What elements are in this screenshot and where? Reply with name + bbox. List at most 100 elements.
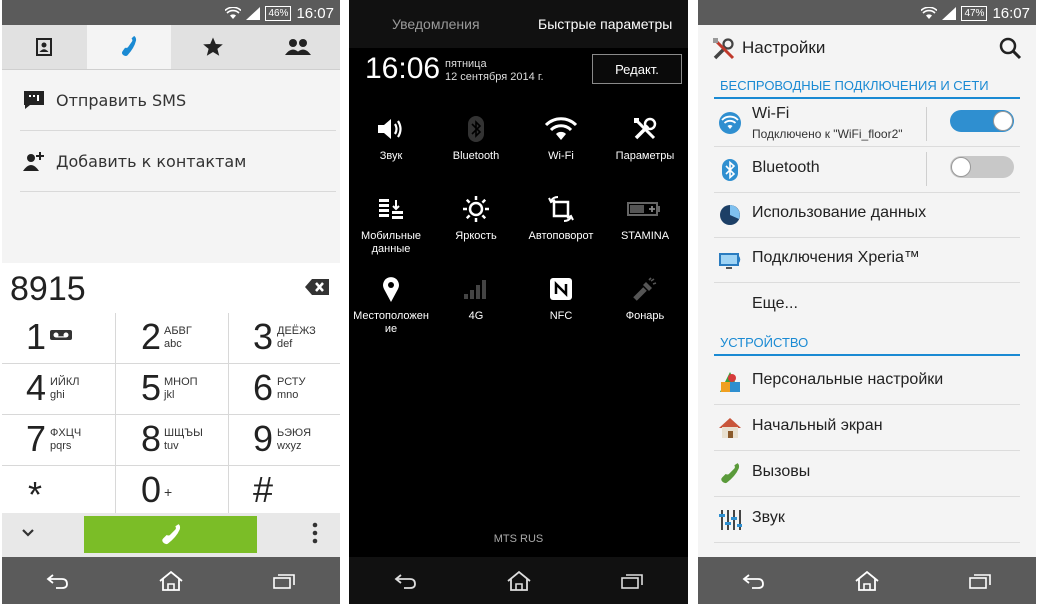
settings-screen: 47% 16:07 Настройки БЕСПРОВОДНЫЕ ПОДКЛЮЧ… [698, 0, 1036, 604]
overflow-menu-icon [312, 522, 318, 544]
back-icon [46, 573, 69, 589]
home-screen-row[interactable]: Начальный экран [712, 405, 1022, 450]
tile-label: Мобильные данные [349, 230, 433, 256]
notification-tabs: Уведомления Быстрые параметры [349, 0, 688, 48]
tile-nfc[interactable]: NFC [519, 272, 603, 323]
tile-label: Яркость [455, 230, 497, 242]
edit-button[interactable]: Редакт. [592, 54, 682, 84]
tile-4g[interactable]: 4G [434, 272, 518, 323]
volume-icon [378, 119, 402, 139]
key-digit: 8 [141, 418, 162, 459]
phone-icon [121, 36, 136, 56]
section-device: УСТРОЙСТВО [720, 335, 809, 350]
tile-wifi[interactable]: Wi-Fi [519, 112, 603, 163]
back-button[interactable] [38, 564, 78, 598]
backspace-button[interactable] [304, 278, 330, 300]
tools-icon [713, 38, 735, 60]
tab-contacts[interactable] [2, 25, 87, 69]
key-5[interactable]: 5 МНОП jkl [116, 364, 228, 414]
key-letters-cyr: ШЩЪЫ [164, 427, 203, 439]
recents-icon [620, 573, 643, 589]
call-button[interactable] [84, 516, 257, 553]
tile-mobile-data[interactable]: Мобильные данные [349, 192, 433, 256]
sound-row[interactable]: Звук [712, 497, 1022, 542]
calls-label: Вызовы [752, 463, 811, 480]
more-row[interactable]: Еще... [712, 283, 1022, 328]
recents-button[interactable] [264, 564, 304, 598]
key-1[interactable]: 1 [2, 313, 115, 363]
number-display[interactable]: 8915 [2, 263, 340, 313]
send-sms-row[interactable]: Отправить SMS [2, 70, 340, 130]
navigation-bar [349, 557, 688, 604]
personalization-icon [720, 372, 740, 392]
key-7[interactable]: 7 ФХЦЧ pqrs [2, 415, 115, 465]
chevron-down-icon [22, 529, 34, 537]
tab-quick-settings[interactable]: Быстрые параметры [538, 16, 672, 32]
more-options-button[interactable] [312, 522, 318, 548]
key-letters-lat: pqrs [50, 440, 72, 452]
xperia-connections-row[interactable]: Подключения Xperia™ [712, 237, 1022, 282]
recents-button[interactable] [612, 564, 652, 598]
dialed-number: 8915 [10, 270, 86, 308]
tab-groups[interactable] [256, 25, 341, 69]
tile-stamina[interactable]: STAMINA [603, 192, 687, 243]
battery-status: 46% [265, 5, 292, 21]
tile-autorotate[interactable]: Автоповорот [519, 192, 603, 243]
back-button[interactable] [386, 564, 426, 598]
search-button[interactable] [998, 36, 1022, 64]
key-4[interactable]: 4 ИЙКЛ ghi [2, 364, 115, 414]
key-letters-cyr: ЬЭЮЯ [277, 427, 312, 439]
navigation-bar [698, 557, 1036, 604]
wifi-icon [544, 117, 578, 140]
add-contact-icon [23, 152, 44, 171]
call-bar [2, 513, 340, 557]
tile-flashlight[interactable]: Фонарь [603, 272, 687, 323]
home-button[interactable] [151, 564, 191, 598]
key-0[interactable]: 0 + [116, 466, 228, 516]
key-hash[interactable]: # [229, 466, 340, 516]
back-button[interactable] [734, 564, 774, 598]
tile-settings[interactable]: Параметры [603, 112, 687, 163]
tile-label: Параметры [615, 150, 675, 162]
section-divider [714, 354, 1020, 356]
data-usage-label: Использование данных [752, 204, 927, 221]
key-8[interactable]: 8 ШЩЪЫ tuv [116, 415, 228, 465]
recents-button[interactable] [960, 564, 1000, 598]
tile-brightness[interactable]: Яркость [434, 192, 518, 243]
tab-favorites[interactable] [171, 25, 256, 69]
tile-label: Bluetooth [452, 150, 500, 162]
key-star[interactable]: * [2, 466, 115, 516]
tile-label: Wi-Fi [548, 150, 574, 162]
tile-sound[interactable]: Звук [349, 112, 433, 163]
bluetooth-toggle[interactable] [950, 156, 1014, 178]
toggle-knob [993, 111, 1013, 131]
key-letters-lat: abc [164, 338, 182, 350]
home-button[interactable] [499, 564, 539, 598]
key-2[interactable]: 2 АБВГ abc [116, 313, 228, 363]
tab-phone[interactable] [86, 25, 171, 69]
add-contact-row[interactable]: Добавить к контактам [2, 131, 340, 191]
home-button[interactable] [847, 564, 887, 598]
key-digit: 3 [253, 316, 274, 357]
wifi-toggle[interactable] [950, 110, 1014, 132]
tools-icon [634, 117, 657, 140]
brightness-icon [463, 196, 489, 222]
tab-notifications[interactable]: Уведомления [392, 16, 480, 32]
tile-bluetooth[interactable]: Bluetooth [434, 112, 518, 163]
quick-settings-screen: Уведомления Быстрые параметры 16:06 пятн… [349, 0, 688, 604]
operator-name: MTS RUS [493, 533, 544, 545]
key-3[interactable]: 3 ДЕЁЖЗ def [229, 313, 340, 363]
personalization-row[interactable]: Персональные настройки [712, 359, 1022, 404]
tile-location[interactable]: Местоположен ие [349, 272, 433, 336]
calls-row[interactable]: Вызовы [712, 451, 1022, 496]
sound-label: Звук [752, 509, 785, 526]
flashlight-icon [633, 277, 657, 301]
toggle-knob [951, 157, 971, 177]
key-9[interactable]: 9 ЬЭЮЯ wxyz [229, 415, 340, 465]
key-letters-cyr: ИЙКЛ [50, 376, 80, 388]
key-6[interactable]: 6 РСТУ mno [229, 364, 340, 414]
collapse-button[interactable] [20, 525, 36, 545]
home-screen-label: Начальный экран [752, 417, 883, 434]
data-usage-row[interactable]: Использование данных [712, 192, 1022, 237]
key-letters: ФХЦЧ pqrs [50, 427, 81, 453]
